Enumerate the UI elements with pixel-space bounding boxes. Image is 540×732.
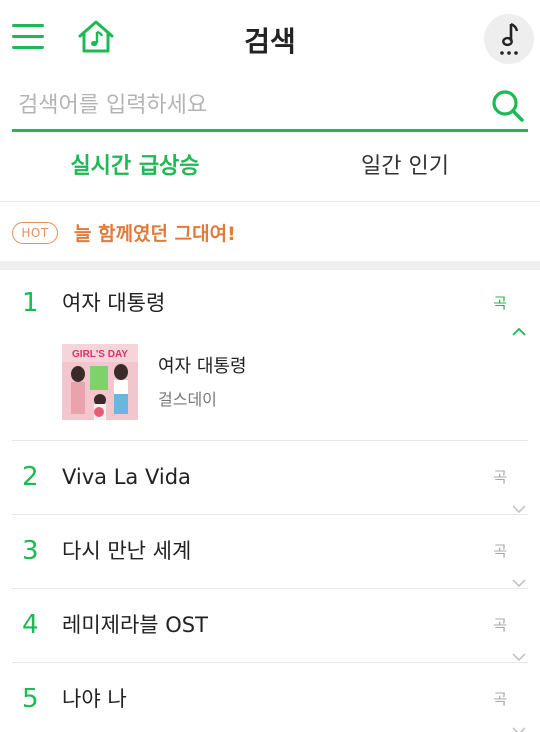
app-header: 검색 bbox=[0, 0, 540, 78]
rank-type-label: 곡 bbox=[493, 468, 507, 486]
rank-type-toggle[interactable]: 곡 bbox=[493, 515, 526, 587]
chevron-down-icon bbox=[512, 473, 526, 513]
search-input[interactable] bbox=[18, 86, 478, 124]
song-result-card[interactable]: GIRL'S DAY 여자 대통령 걸스데이 bbox=[62, 344, 482, 420]
rank-type-toggle[interactable]: 곡 bbox=[493, 270, 526, 336]
ranking-item-4[interactable]: 4 레미제라블 OST 곡 bbox=[12, 589, 528, 663]
page-title: 검색 bbox=[244, 25, 296, 58]
chevron-up-icon bbox=[512, 299, 526, 336]
chevron-down-icon bbox=[512, 621, 526, 661]
hot-badge: HOT bbox=[12, 222, 58, 244]
search-bar bbox=[12, 80, 528, 132]
chart-tabs: 실시간 급상승 일간 인기 bbox=[0, 134, 540, 202]
rank-number: 5 bbox=[22, 684, 39, 714]
rank-title: 다시 만난 세계 bbox=[62, 539, 192, 563]
rank-number: 3 bbox=[22, 536, 39, 566]
song-artist: 걸스데이 bbox=[158, 390, 217, 409]
rank-type-toggle[interactable]: 곡 bbox=[493, 663, 526, 732]
hot-keyword-text: 늘 함께였던 그대여! bbox=[74, 223, 236, 245]
tab-realtime-rising[interactable]: 실시간 급상승 bbox=[0, 134, 270, 202]
search-icon[interactable] bbox=[488, 86, 528, 126]
album-art[interactable]: GIRL'S DAY bbox=[62, 344, 138, 420]
rank-type-label: 곡 bbox=[493, 542, 507, 560]
rank-title: Viva La Vida bbox=[62, 465, 191, 489]
ranking-item-1[interactable]: 1 여자 대통령 곡 GIRL'S DAY 여자 대통령 걸스데이 bbox=[12, 270, 528, 441]
ranking-item-5[interactable]: 5 나야 나 곡 bbox=[12, 663, 528, 732]
tab-daily-popular[interactable]: 일간 인기 bbox=[270, 134, 540, 202]
ranking-item-2[interactable]: 2 Viva La Vida 곡 bbox=[12, 441, 528, 515]
rank-number: 1 bbox=[22, 288, 39, 318]
album-badge-text: GIRL'S DAY bbox=[72, 349, 128, 360]
rank-title: 여자 대통령 bbox=[62, 291, 166, 315]
section-divider bbox=[0, 261, 540, 270]
rank-type-toggle[interactable]: 곡 bbox=[493, 441, 526, 513]
music-note-icon[interactable] bbox=[484, 14, 534, 64]
chevron-down-icon bbox=[512, 695, 526, 732]
song-title: 여자 대통령 bbox=[158, 356, 247, 377]
rank-type-label: 곡 bbox=[493, 616, 507, 634]
rank-title: 나야 나 bbox=[62, 687, 127, 711]
hot-keyword-banner[interactable]: HOT 늘 함께였던 그대여! bbox=[0, 203, 540, 261]
ranking-item-3[interactable]: 3 다시 만난 세계 곡 bbox=[12, 515, 528, 589]
rank-title: 레미제라블 OST bbox=[62, 613, 208, 637]
rank-type-label: 곡 bbox=[493, 690, 507, 708]
rank-number: 2 bbox=[22, 462, 39, 492]
chevron-down-icon bbox=[512, 547, 526, 587]
rank-type-label: 곡 bbox=[493, 294, 507, 312]
rank-number: 4 bbox=[22, 610, 39, 640]
rank-type-toggle[interactable]: 곡 bbox=[493, 589, 526, 661]
